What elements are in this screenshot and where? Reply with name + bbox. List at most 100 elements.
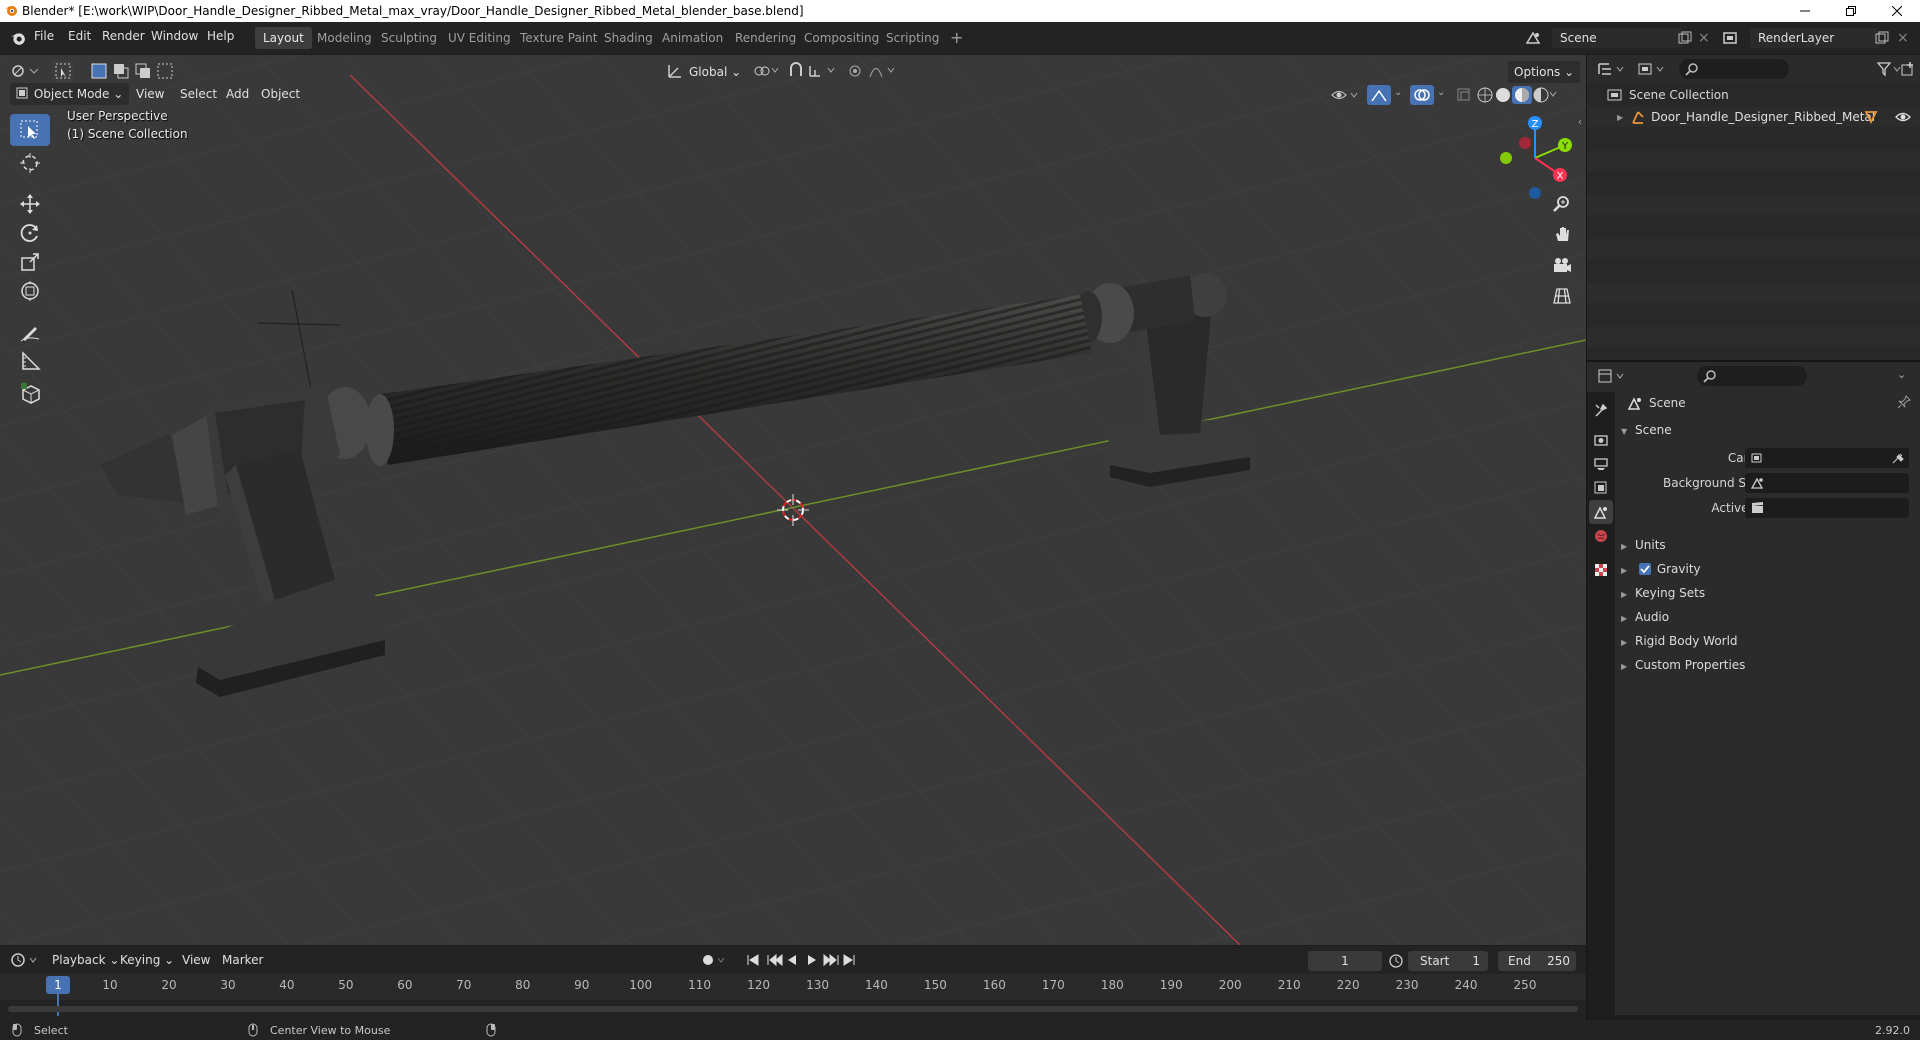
timeline-menu-keying[interactable]: Keying ⌄ — [114, 949, 180, 971]
tab-output[interactable] — [1589, 452, 1613, 476]
xray-toggle-icon[interactable] — [1456, 87, 1472, 103]
background-scene-field[interactable] — [1745, 473, 1909, 493]
visibility-icon[interactable] — [1330, 87, 1360, 103]
tool-annotate[interactable] — [10, 316, 50, 348]
tab-view-layer[interactable] — [1589, 476, 1613, 500]
menu-window[interactable]: Window — [151, 29, 198, 43]
tab-shading[interactable]: Shading — [596, 27, 661, 49]
viewport-menu-view[interactable]: View — [130, 83, 170, 105]
tab-rendering[interactable]: Rendering — [727, 27, 804, 49]
remove-scene-icon[interactable]: × — [1698, 30, 1710, 46]
scene-type-icon[interactable] — [1525, 30, 1545, 46]
tool-transform[interactable] — [10, 275, 50, 307]
panel-gravity[interactable]: ▶ Gravity — [1621, 558, 1917, 580]
timeline-menu-view[interactable]: View — [176, 949, 216, 971]
scene-selector[interactable]: Scene — [1552, 28, 1682, 48]
snap-icon[interactable] — [788, 62, 844, 80]
add-workspace-icon[interactable]: + — [942, 27, 971, 49]
select-mode-icon[interactable] — [52, 60, 74, 82]
menu-edit[interactable]: Edit — [68, 29, 91, 43]
panel-custom-properties[interactable]: ▶ Custom Properties — [1621, 654, 1917, 676]
new-collection-icon[interactable] — [1901, 61, 1917, 77]
tab-render[interactable] — [1589, 428, 1613, 452]
eyedropper-icon[interactable] — [1891, 451, 1905, 465]
minimize-button[interactable] — [1782, 0, 1828, 22]
tab-scripting[interactable]: Scripting — [878, 27, 947, 49]
end-frame-field[interactable]: End 250 — [1498, 951, 1576, 971]
close-window-button[interactable] — [1874, 0, 1920, 22]
renderlayer-selector[interactable]: RenderLayer — [1750, 28, 1880, 48]
tab-uv-editing[interactable]: UV Editing — [440, 27, 519, 49]
pivot-point-icon[interactable] — [752, 62, 780, 80]
panel-audio[interactable]: ▶ Audio — [1621, 606, 1917, 628]
area-divider[interactable] — [1587, 360, 1920, 362]
outliner-scene-collection[interactable]: Scene Collection — [1607, 85, 1729, 105]
gravity-checkbox[interactable] — [1638, 563, 1651, 575]
panel-units[interactable]: ▶ Units — [1621, 534, 1917, 556]
options-dropdown[interactable]: Options ⌄ — [1508, 61, 1581, 83]
tab-tool[interactable] — [1589, 398, 1613, 422]
preview-range-icon[interactable] — [1388, 953, 1404, 969]
tool-measure[interactable] — [10, 345, 50, 377]
object-mode-dropdown[interactable]: Object Mode ⌄ — [10, 83, 130, 105]
tool-rotate[interactable] — [10, 217, 50, 249]
panel-keying-sets[interactable]: ▶ Keying Sets — [1621, 582, 1917, 604]
tab-layout[interactable]: Layout — [255, 27, 312, 49]
gizmo-dropdown-icon[interactable]: ⌄ — [1394, 87, 1402, 98]
selection-modes-icon[interactable] — [90, 61, 182, 81]
duplicate-renderlayer-icon[interactable] — [1875, 31, 1889, 45]
menu-help[interactable]: Help — [207, 29, 234, 43]
current-frame-field[interactable]: 1 — [1308, 951, 1382, 971]
tool-cursor[interactable] — [10, 147, 50, 179]
renderlayer-icon[interactable] — [1722, 30, 1742, 46]
viewport-menu-select[interactable]: Select — [174, 83, 223, 105]
tab-modeling[interactable]: Modeling — [309, 27, 380, 49]
tool-select-box[interactable] — [10, 114, 50, 146]
viewport-3d[interactable]: Global ⌄ Options ⌄ Object Mode ⌄ View Se… — [0, 55, 1586, 945]
shading-modes-icon[interactable] — [1476, 86, 1560, 104]
viewport-menu-object[interactable]: Object — [255, 83, 306, 105]
properties-editor-icon[interactable] — [1597, 368, 1627, 384]
area-divider[interactable] — [1586, 55, 1587, 1020]
sidebar-toggle-icon[interactable]: ‹ — [1578, 117, 1582, 128]
editor-type-icon[interactable] — [10, 63, 38, 79]
properties-options-icon[interactable]: ⌄ — [1897, 368, 1906, 381]
tool-scale[interactable] — [10, 246, 50, 278]
timeline-ruler[interactable]: 1102030405060708090100110120130140150160… — [0, 974, 1586, 1016]
timeline-menu-marker[interactable]: Marker — [216, 949, 269, 971]
remove-renderlayer-icon[interactable]: × — [1897, 30, 1909, 46]
overlays-toggle-icon[interactable] — [1410, 85, 1434, 105]
zoom-button[interactable] — [1548, 190, 1576, 218]
transform-orientation-dropdown[interactable]: Global ⌄ — [683, 61, 747, 83]
tab-sculpting[interactable]: Sculpting — [373, 27, 445, 49]
outliner-editor-icon[interactable] — [1597, 61, 1627, 77]
properties-search-input[interactable] — [1697, 366, 1807, 386]
perspective-toggle-button[interactable] — [1548, 282, 1576, 310]
outliner-row[interactable]: ▶ Door_Handle_Designer_Ribbed_Metal — [1587, 107, 1920, 127]
duplicate-scene-icon[interactable] — [1678, 31, 1692, 45]
display-mode-icon[interactable] — [1637, 61, 1667, 77]
timeline-editor-icon[interactable] — [10, 952, 40, 968]
tab-animation[interactable]: Animation — [654, 27, 731, 49]
menu-render[interactable]: Render — [102, 29, 145, 43]
panel-scene-header[interactable]: ▼ Scene — [1621, 419, 1917, 441]
tool-add-cube[interactable] — [10, 377, 50, 409]
panel-rigid-body-world[interactable]: ▶ Rigid Body World — [1621, 630, 1917, 652]
overlays-dropdown-icon[interactable]: ⌄ — [1437, 87, 1445, 98]
gizmo-toggle-icon[interactable] — [1367, 85, 1391, 105]
menu-file[interactable]: File — [34, 29, 54, 43]
tab-scene[interactable] — [1589, 500, 1613, 524]
blender-menu-icon[interactable] — [10, 30, 26, 46]
tab-texture-paint[interactable]: Texture Paint — [512, 27, 605, 49]
tool-move[interactable] — [10, 188, 50, 220]
navigation-gizmo[interactable]: Z Y X — [1490, 113, 1580, 203]
proportional-editing-icon[interactable] — [848, 62, 898, 80]
camera-view-button[interactable] — [1548, 251, 1576, 279]
transform-orientation-icon[interactable] — [665, 61, 685, 81]
tab-compositing[interactable]: Compositing — [796, 27, 887, 49]
viewport-menu-add[interactable]: Add — [220, 83, 255, 105]
expand-arrow-icon[interactable]: ▶ — [1617, 113, 1623, 122]
restore-button[interactable] — [1828, 0, 1874, 22]
record-icon[interactable] — [700, 952, 728, 968]
playback-controls-icon[interactable] — [746, 952, 860, 968]
